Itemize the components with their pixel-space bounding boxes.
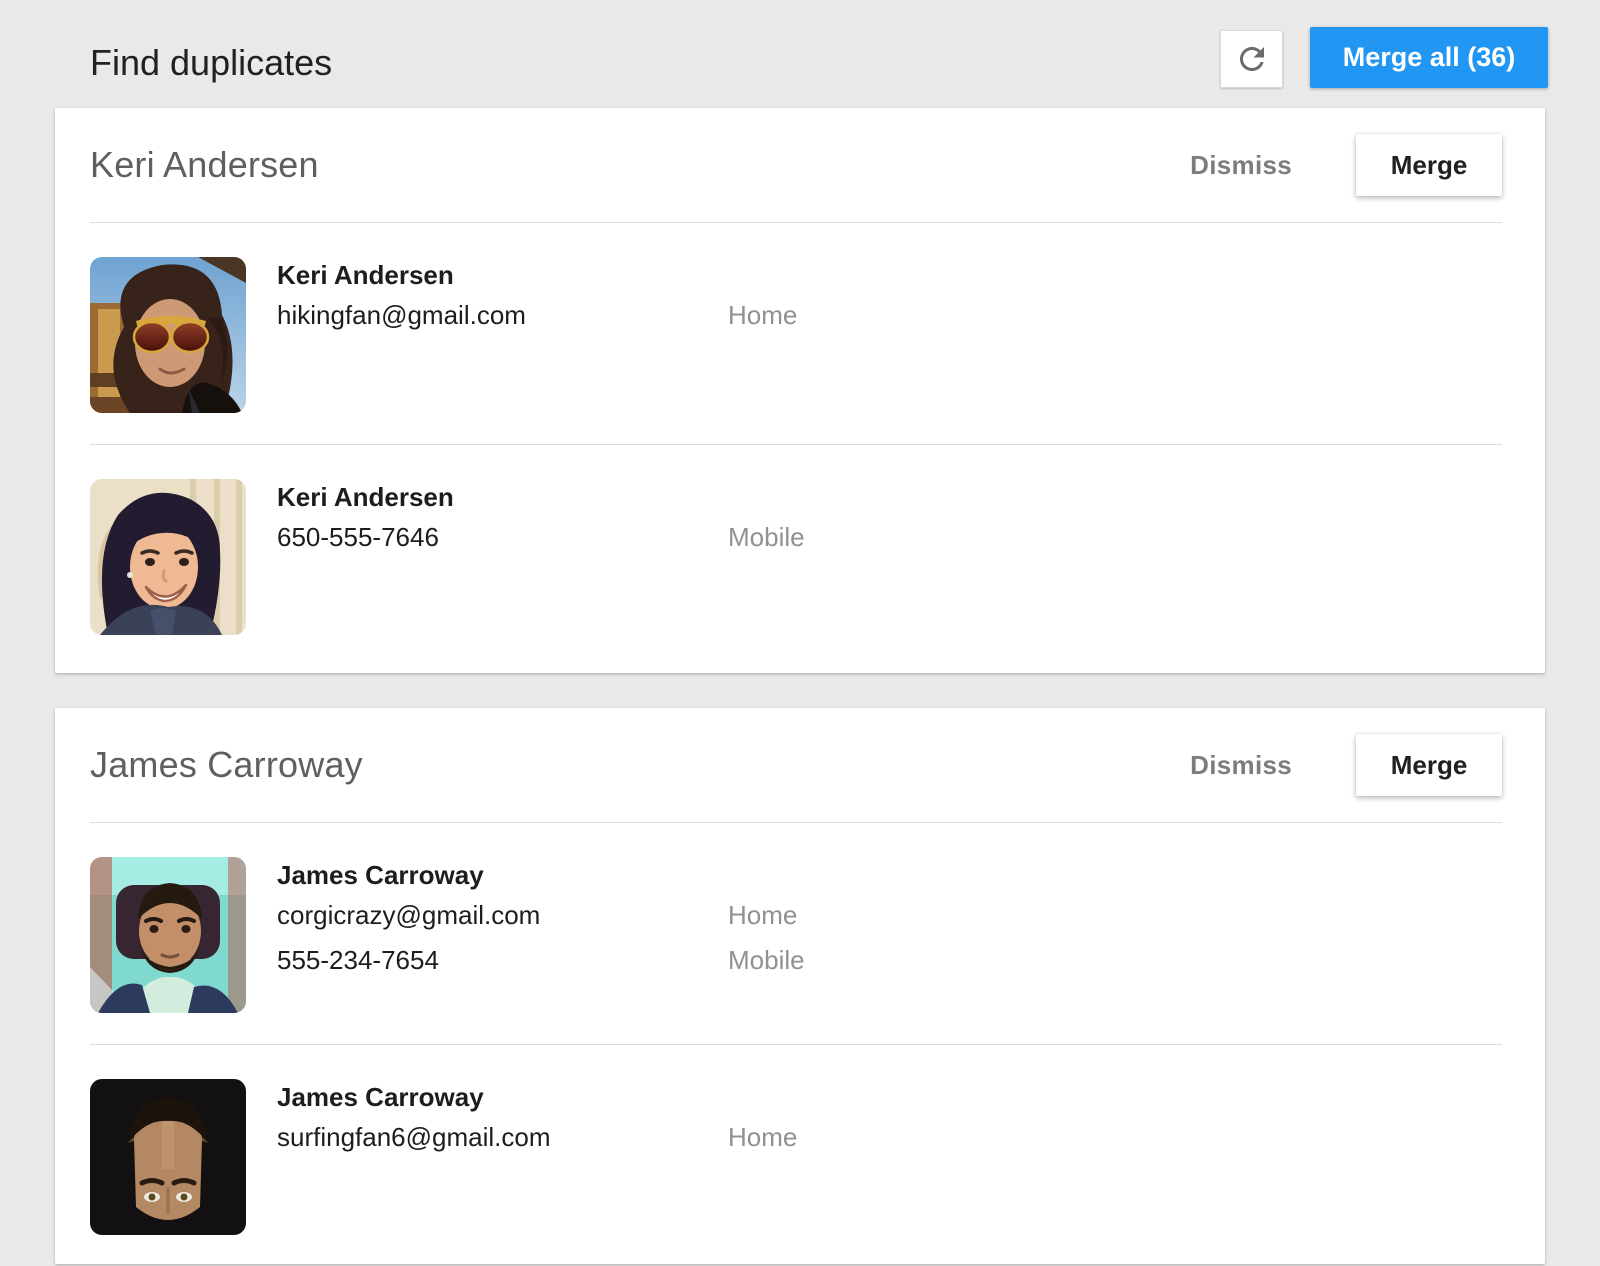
contact-email: corgicrazy@gmail.com: [277, 893, 728, 938]
contact-info: James Carroway corgicrazy@gmail.com Home…: [277, 857, 1502, 1013]
contact-field: hikingfan@gmail.com Home: [277, 293, 1502, 338]
contact-field: surfingfan6@gmail.com Home: [277, 1115, 1502, 1160]
field-type-label: Mobile: [728, 938, 805, 983]
duplicate-card-james-carroway: James Carroway Dismiss Merge: [55, 708, 1545, 1264]
dismiss-button[interactable]: Dismiss: [1190, 750, 1292, 781]
card-header: Keri Andersen Dismiss Merge: [55, 108, 1545, 222]
contact-field: 650-555-7646 Mobile: [277, 515, 1502, 560]
contact-name: Keri Andersen: [277, 257, 1502, 293]
card-title: James Carroway: [90, 744, 1190, 786]
woman-curly-hair-sunglasses-photo: [90, 257, 246, 413]
merge-button[interactable]: Merge: [1356, 134, 1502, 196]
field-type-label: Mobile: [728, 515, 805, 560]
contact-row: James Carroway corgicrazy@gmail.com Home…: [55, 823, 1545, 1044]
card-title: Keri Andersen: [90, 144, 1190, 186]
contact-email: surfingfan6@gmail.com: [277, 1115, 728, 1160]
contact-name: James Carroway: [277, 857, 1502, 893]
woman-dark-hair-smiling-photo: [90, 479, 246, 635]
contact-info: James Carroway surfingfan6@gmail.com Hom…: [277, 1079, 1502, 1235]
man-beard-car-selfie-photo: [90, 857, 246, 1013]
card-header: James Carroway Dismiss Merge: [55, 708, 1545, 822]
contact-info: Keri Andersen hikingfan@gmail.com Home: [277, 257, 1502, 413]
field-type-label: Home: [728, 893, 797, 938]
contact-field: 555-234-7654 Mobile: [277, 938, 1502, 983]
field-type-label: Home: [728, 293, 797, 338]
merge-button[interactable]: Merge: [1356, 734, 1502, 796]
contact-row: Keri Andersen hikingfan@gmail.com Home: [55, 223, 1545, 444]
merge-all-button[interactable]: Merge all (36): [1310, 27, 1548, 88]
contact-field: corgicrazy@gmail.com Home: [277, 893, 1502, 938]
contact-phone: 650-555-7646: [277, 515, 728, 560]
contact-name: Keri Andersen: [277, 479, 1502, 515]
dismiss-button[interactable]: Dismiss: [1190, 150, 1292, 181]
contact-name: James Carroway: [277, 1079, 1502, 1115]
contact-email: hikingfan@gmail.com: [277, 293, 728, 338]
duplicate-card-keri-andersen: Keri Andersen Dismiss Merge: [55, 108, 1545, 673]
contact-phone: 555-234-7654: [277, 938, 728, 983]
contact-row: Keri Andersen 650-555-7646 Mobile: [55, 445, 1545, 666]
contact-info: Keri Andersen 650-555-7646 Mobile: [277, 479, 1502, 635]
man-short-hair-dark-background-photo: [90, 1079, 246, 1235]
refresh-button[interactable]: [1220, 30, 1283, 88]
field-type-label: Home: [728, 1115, 797, 1160]
page-title: Find duplicates: [90, 42, 332, 84]
refresh-icon: [1234, 41, 1270, 77]
